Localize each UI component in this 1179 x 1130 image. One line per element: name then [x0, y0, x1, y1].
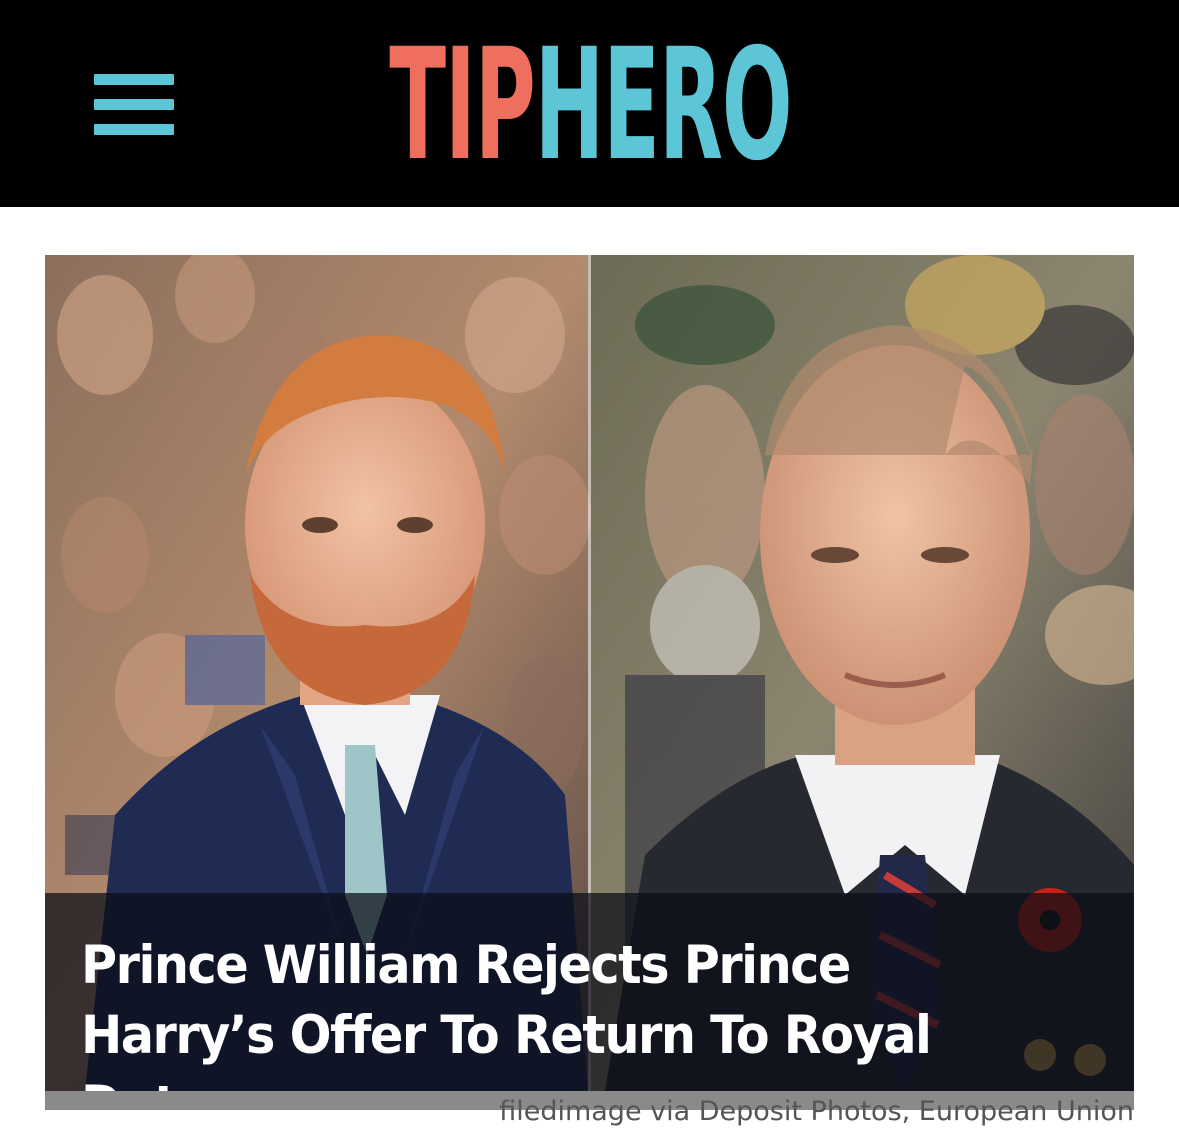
- image-credit: filedimage via Deposit Photos, European …: [499, 1096, 1134, 1127]
- menu-bar: [94, 99, 174, 110]
- logo-wordmark: TIPHERO: [389, 29, 792, 183]
- logo-tip: TIP: [388, 16, 535, 195]
- hamburger-menu-icon[interactable]: [92, 72, 176, 142]
- site-logo[interactable]: TIPHERO: [389, 26, 792, 186]
- menu-bar: [94, 124, 174, 135]
- logo-hero: HERO: [534, 16, 792, 195]
- menu-bar: [94, 74, 174, 85]
- article-headline[interactable]: Prince William Rejects Prince Harry’s Of…: [81, 931, 1011, 1091]
- article-hero-image[interactable]: Prince William Rejects Prince Harry’s Of…: [45, 255, 1134, 1091]
- site-header: TIPHERO: [0, 0, 1179, 207]
